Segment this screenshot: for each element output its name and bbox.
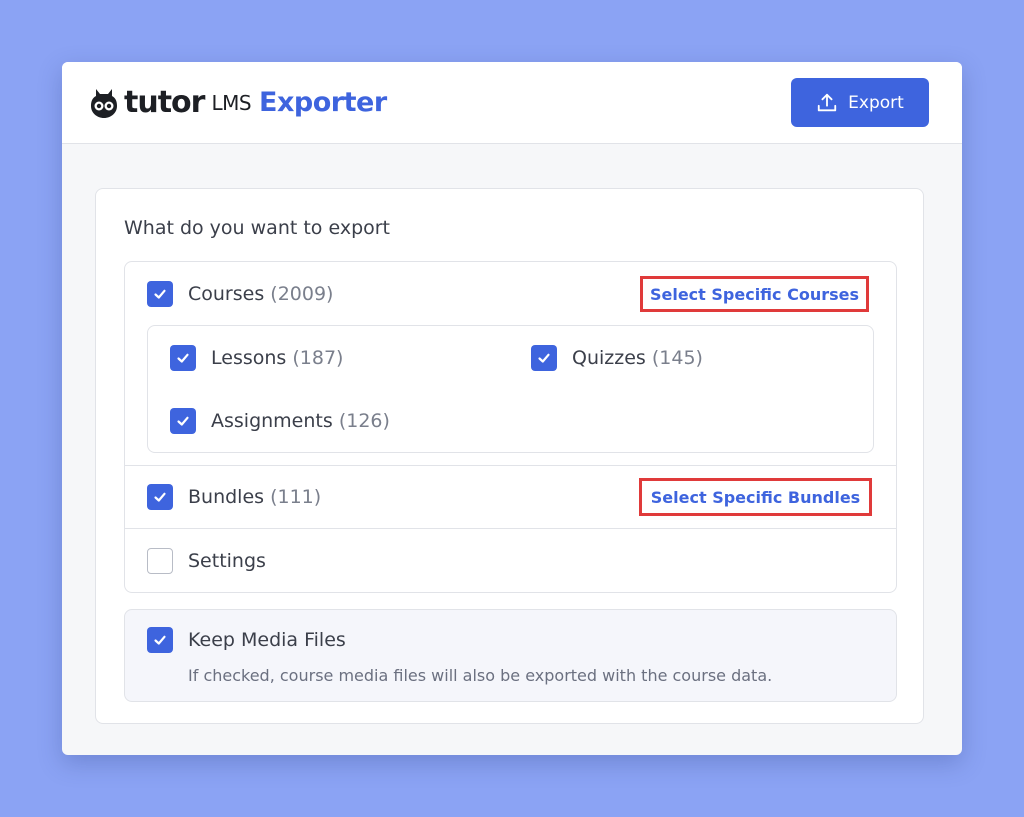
- courses-label-text: Courses: [188, 283, 265, 305]
- lessons-label-text: Lessons: [211, 347, 287, 369]
- bundles-checkbox[interactable]: [147, 484, 173, 510]
- divider: [125, 465, 896, 466]
- header: tutor LMS Exporter Export: [62, 62, 962, 144]
- brand-lms-text: LMS: [211, 90, 252, 115]
- export-options-panel: What do you want to export Courses (2009…: [95, 188, 924, 724]
- panel-title: What do you want to export: [124, 217, 391, 239]
- quizzes-label: Quizzes (145): [572, 347, 703, 369]
- checkmark-icon: [538, 353, 550, 363]
- assignments-checkbox[interactable]: [170, 408, 196, 434]
- courses-count: (2009): [270, 283, 334, 305]
- bundles-label: Bundles (111): [188, 486, 321, 508]
- export-button-label: Export: [848, 92, 904, 113]
- lessons-checkbox[interactable]: [170, 345, 196, 371]
- assignments-label: Assignments (126): [211, 410, 390, 432]
- keep-media-label: Keep Media Files: [188, 629, 346, 651]
- keep-media-checkbox[interactable]: [147, 627, 173, 653]
- quizzes-checkbox[interactable]: [531, 345, 557, 371]
- settings-label: Settings: [188, 550, 266, 572]
- export-button[interactable]: Export: [791, 78, 929, 127]
- divider: [125, 528, 896, 529]
- brand-logo: tutor LMS Exporter: [90, 85, 387, 120]
- assignments-count: (126): [338, 410, 390, 432]
- options-list: Courses (2009) Select Specific Courses L…: [124, 261, 897, 593]
- courses-label: Courses (2009): [188, 283, 333, 305]
- checkmark-icon: [177, 416, 189, 426]
- brand-tutor-text: tutor: [124, 85, 205, 120]
- select-specific-bundles-link[interactable]: Select Specific Bundles: [639, 478, 872, 516]
- select-specific-courses-link[interactable]: Select Specific Courses: [640, 276, 869, 312]
- upload-icon: [818, 93, 837, 111]
- assignments-label-text: Assignments: [211, 410, 333, 432]
- checkmark-icon: [177, 353, 189, 363]
- bundles-label-text: Bundles: [188, 486, 265, 508]
- exporter-window: tutor LMS Exporter Export What do you wa…: [62, 62, 962, 755]
- checkmark-icon: [154, 492, 166, 502]
- checkmark-icon: [154, 635, 166, 645]
- courses-checkbox[interactable]: [147, 281, 173, 307]
- lessons-count: (187): [292, 347, 344, 369]
- lessons-label: Lessons (187): [211, 347, 343, 369]
- course-content-box: Lessons (187) Quizzes (145) Assignments …: [147, 325, 874, 453]
- bundles-count: (111): [270, 486, 322, 508]
- quizzes-count: (145): [651, 347, 703, 369]
- brand-exporter-text: Exporter: [259, 87, 387, 118]
- keep-media-box: Keep Media Files If checked, course medi…: [124, 609, 897, 702]
- settings-checkbox[interactable]: [147, 548, 173, 574]
- keep-media-description: If checked, course media files will also…: [188, 666, 773, 685]
- quizzes-label-text: Quizzes: [572, 347, 646, 369]
- tutor-owl-icon: [91, 88, 117, 118]
- checkmark-icon: [154, 289, 166, 299]
